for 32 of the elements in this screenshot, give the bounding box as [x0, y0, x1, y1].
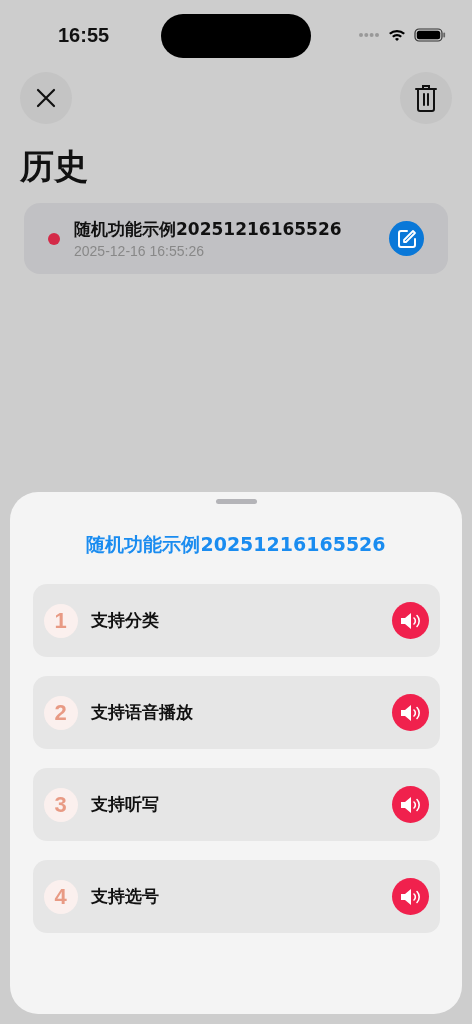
- history-date: 2025-12-16 16:55:26: [74, 243, 205, 259]
- close-icon: [35, 87, 57, 109]
- edit-icon: [396, 228, 417, 249]
- speaker-button[interactable]: [391, 878, 429, 915]
- history-card[interactable]: 随机功能示例20251216165526 2025-12-16 16:55:26: [24, 203, 448, 274]
- delete-button[interactable]: [400, 72, 452, 124]
- feature-label: 支持选号: [90, 885, 160, 908]
- feature-label: 支持听写: [90, 793, 160, 816]
- number-badge: 3: [43, 787, 78, 822]
- status-time: 16:55: [58, 23, 110, 47]
- page-title: 历史: [20, 146, 88, 186]
- sheet-handle[interactable]: [215, 499, 257, 504]
- speaker-icon: [399, 702, 421, 723]
- speaker-icon: [399, 886, 421, 907]
- feature-label: 支持分类: [90, 609, 160, 632]
- signal-icon: [358, 32, 380, 38]
- number-badge: 2: [43, 695, 78, 730]
- speaker-button[interactable]: [391, 694, 429, 731]
- trash-icon: [414, 83, 438, 113]
- speaker-button[interactable]: [391, 602, 429, 639]
- wifi-icon: [388, 28, 406, 42]
- history-title: 随机功能示例20251216165526: [74, 218, 343, 241]
- speaker-icon: [399, 610, 421, 631]
- close-button[interactable]: [20, 72, 72, 124]
- number-badge: 4: [43, 879, 78, 914]
- sheet-title: 随机功能示例20251216165526: [86, 532, 386, 557]
- speaker-icon: [399, 794, 421, 815]
- feature-label: 支持语音播放: [90, 701, 194, 724]
- edit-button[interactable]: [389, 221, 424, 256]
- number-badge: 1: [43, 603, 78, 638]
- battery-icon: [414, 28, 446, 42]
- speaker-button[interactable]: [391, 786, 429, 823]
